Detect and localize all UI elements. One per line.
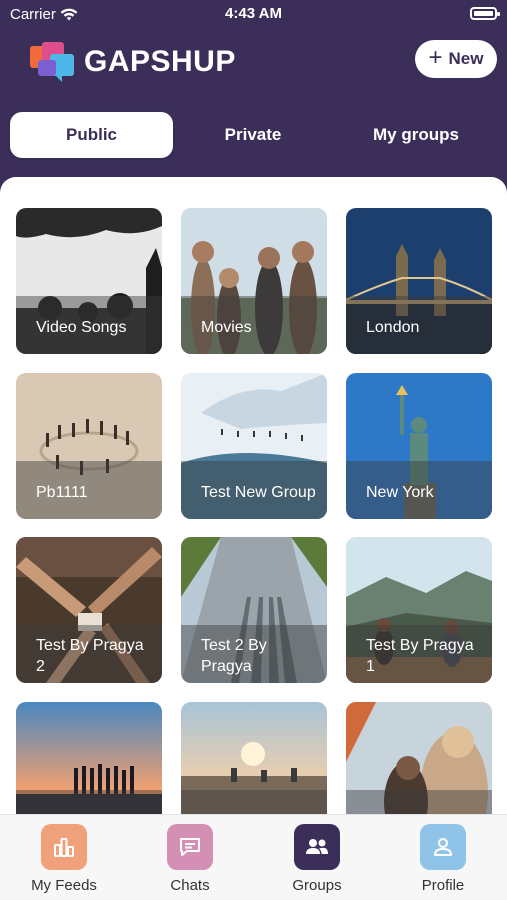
group-title: New York	[346, 461, 492, 519]
nav-my-feeds[interactable]: My Feeds	[14, 824, 114, 894]
nav-label: Profile	[421, 877, 465, 894]
group-title: Pb1111	[16, 461, 162, 519]
group-title	[346, 790, 492, 817]
nav-chats[interactable]: Chats	[140, 824, 240, 894]
chat-icon	[167, 824, 213, 870]
nav-label: Groups	[292, 877, 342, 894]
group-icon	[294, 824, 340, 870]
group-card[interactable]	[181, 702, 327, 817]
tab-public[interactable]: Public	[10, 112, 173, 158]
group-card[interactable]	[346, 702, 492, 817]
group-tabs: Public Private My groups	[10, 112, 497, 158]
status-time: 4:43 AM	[225, 5, 282, 22]
group-title	[181, 790, 327, 817]
new-button-label: New	[448, 49, 484, 68]
app-logo-icon	[30, 42, 74, 82]
new-group-button[interactable]: + New	[415, 40, 497, 78]
group-card[interactable]: New York	[346, 373, 492, 519]
group-card[interactable]: Test By Pragya 1	[346, 537, 492, 683]
group-title: Movies	[181, 296, 327, 354]
group-title: Test New Group	[181, 461, 327, 519]
group-title: Video Songs	[16, 296, 162, 354]
group-title	[16, 790, 162, 817]
status-bar: Carrier 4:43 AM	[0, 0, 507, 28]
group-title: Test By Pragya 2	[16, 625, 162, 683]
nav-label: My Feeds	[31, 877, 97, 894]
group-card[interactable]: Test New Group	[181, 373, 327, 519]
group-card[interactable]: Test 2 By Pragya	[181, 537, 327, 683]
group-card[interactable]: Pb1111	[16, 373, 162, 519]
group-card[interactable]: Movies	[181, 208, 327, 354]
group-title: London	[346, 296, 492, 354]
group-title: Test 2 By Pragya	[181, 625, 327, 683]
nav-groups[interactable]: Groups	[267, 824, 367, 894]
group-card[interactable]	[16, 702, 162, 817]
header: Carrier 4:43 AM GAPSHUP + New Public Pri…	[0, 0, 507, 200]
tab-private[interactable]: Private	[173, 112, 333, 158]
bar-chart-icon	[41, 824, 87, 870]
app-name: GAPSHUP	[84, 45, 236, 78]
nav-label: Chats	[170, 877, 210, 894]
person-icon	[420, 824, 466, 870]
tab-my-groups[interactable]: My groups	[335, 112, 497, 158]
plus-icon: +	[428, 43, 443, 71]
app-brand: GAPSHUP	[26, 40, 236, 84]
nav-profile[interactable]: Profile	[393, 824, 493, 894]
groups-grid-container: Video Songs Movies London Pb1111 Test Ne…	[0, 177, 507, 817]
group-card[interactable]: London	[346, 208, 492, 354]
bottom-nav: My Feeds Chats Groups Profile	[0, 814, 507, 900]
group-card[interactable]: Video Songs	[16, 208, 162, 354]
group-card[interactable]: Test By Pragya 2	[16, 537, 162, 683]
battery-icon	[470, 7, 500, 20]
group-title: Test By Pragya 1	[346, 625, 492, 683]
